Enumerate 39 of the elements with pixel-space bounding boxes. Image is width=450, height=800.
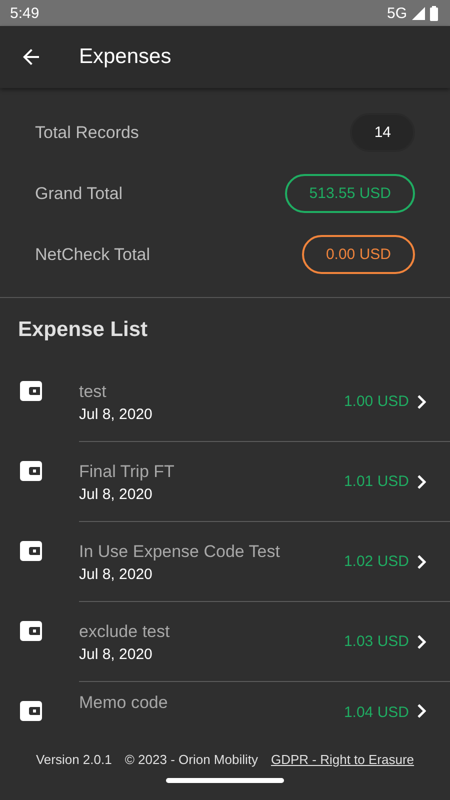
expense-amount: 1.04 USD [344,704,409,721]
summary-value: 513.55 USD [285,174,415,213]
wallet-icon [20,701,42,721]
expense-name: In Use Expense Code Test [79,542,281,562]
expense-name: test [79,382,108,402]
wallet-icon [20,541,42,561]
summary-label: Total Records [35,122,139,142]
expense-name: Memo code [79,693,169,713]
expense-date: Jul 8, 2020 [79,486,154,503]
expense-name: Final Trip FT [79,462,176,482]
network-label: 5G [386,4,407,22]
chevron-icon[interactable] [417,634,426,648]
copyright-text: © 2023 - Orion Mobility [124,752,258,766]
screen-title: Expenses [79,45,172,69]
chevron-icon[interactable] [417,474,426,488]
chevron-icon[interactable] [417,704,426,718]
chevron-icon[interactable] [417,394,426,408]
signal-icon [412,6,425,20]
summary-label: Grand Total [35,184,123,204]
expense-date: Jul 8, 2020 [79,566,154,583]
status-time: 5:49 [10,4,40,22]
version-text: Version 2.0.1 [36,752,112,766]
gdpr-link[interactable]: GDPR - Right to Erasure [270,752,414,766]
wallet-icon [20,621,42,641]
expense-amount: 1.01 USD [344,473,409,490]
battery-icon [430,6,438,20]
expense-name: exclude test [79,622,171,642]
expense-amount: 1.03 USD [344,633,409,650]
wallet-icon [20,461,42,481]
summary-value: 14 [350,113,415,152]
expense-amount: 1.00 USD [344,393,409,410]
chevron-icon[interactable] [417,554,426,568]
summary-value: 0.00 USD [302,235,415,274]
summary-label: NetCheck Total [35,244,150,264]
wallet-icon [20,381,42,401]
expense-date: Jul 8, 2020 [79,646,154,663]
expense-amount: 1.02 USD [344,553,409,570]
section-title: Expense List [18,318,148,341]
expense-date: Jul 8, 2020 [79,406,154,423]
